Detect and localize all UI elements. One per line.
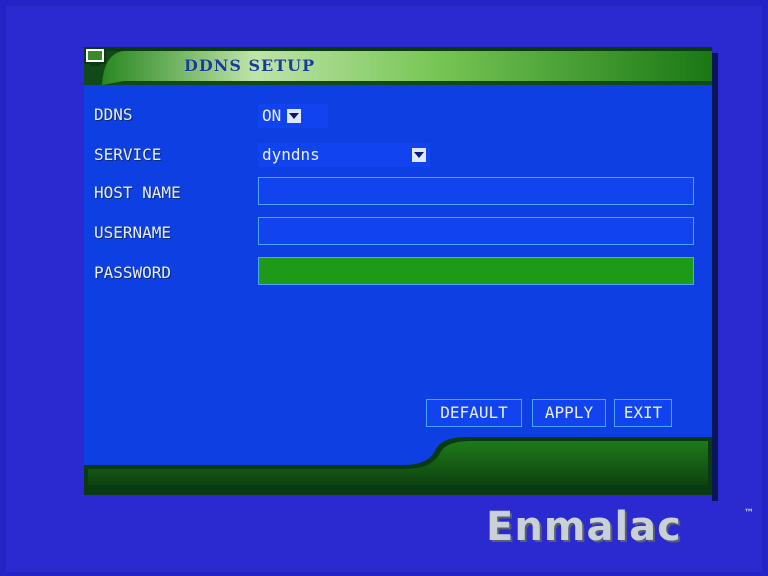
ddns-setup-dialog: DDNS SETUP DDNS ON SERVICE dyndns HOST N… (84, 47, 718, 501)
dialog-title: DDNS SETUP (184, 56, 316, 75)
title-bar-graphic (84, 47, 712, 85)
ddns-value: ON (262, 106, 282, 125)
service-select[interactable]: dyndns (258, 143, 430, 167)
bottom-bar-graphic (84, 437, 712, 495)
service-label: SERVICE (94, 145, 162, 164)
monitor-icon (84, 47, 106, 66)
dropdown-arrow-icon[interactable] (287, 109, 302, 123)
ddns-label: DDNS (94, 105, 133, 124)
ddns-select[interactable]: ON (258, 104, 328, 128)
bottom-bar (84, 435, 712, 495)
title-bar: DDNS SETUP (84, 47, 712, 85)
service-value: dyndns (262, 145, 320, 164)
password-field[interactable] (258, 257, 694, 285)
username-label: USERNAME (94, 223, 172, 242)
dialog-shadow (712, 53, 718, 501)
trademark-symbol: ™ (744, 508, 754, 519)
password-label: PASSWORD (94, 263, 172, 282)
brand-logo: Enmalac (486, 504, 682, 550)
apply-button[interactable]: APPLY (532, 399, 606, 427)
host-name-label: HOST NAME (94, 183, 181, 202)
exit-button[interactable]: EXIT (614, 399, 672, 427)
dropdown-arrow-icon[interactable] (412, 148, 426, 162)
username-field[interactable] (258, 217, 694, 245)
host-name-field[interactable] (258, 177, 694, 205)
default-button[interactable]: DEFAULT (426, 399, 522, 427)
